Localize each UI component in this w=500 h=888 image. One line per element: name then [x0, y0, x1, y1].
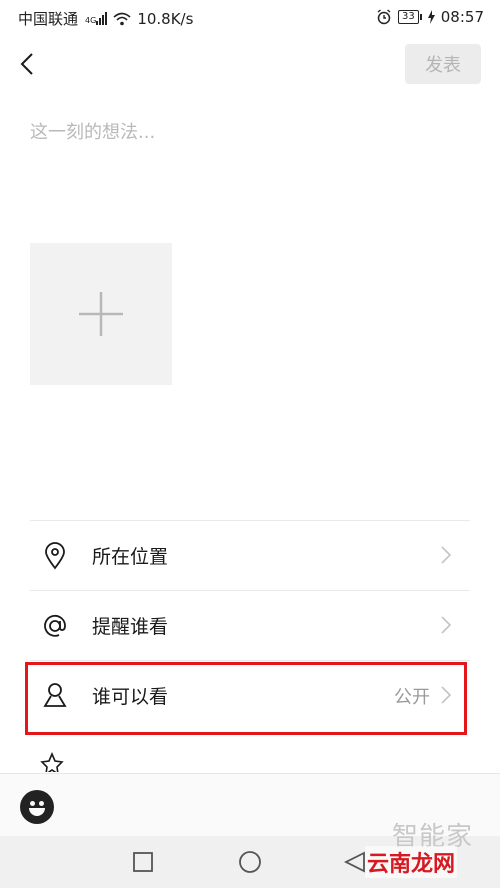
- wifi-icon: [113, 12, 131, 25]
- thoughts-input[interactable]: [30, 112, 470, 152]
- publish-button[interactable]: 发表: [405, 44, 481, 84]
- circle-icon: [239, 851, 261, 873]
- network-badge: 4G: [85, 16, 97, 25]
- battery-level: 33: [398, 10, 419, 24]
- emoji-eye: [30, 801, 35, 806]
- battery-icon: 33: [398, 10, 422, 24]
- option-mention-label: 提醒谁看: [92, 616, 169, 638]
- emoji-mouth: [29, 808, 45, 816]
- chevron-right-icon: [441, 546, 452, 564]
- square-icon: [133, 852, 153, 872]
- emoji-button[interactable]: [20, 790, 54, 824]
- chevron-right-icon: [441, 616, 452, 634]
- add-photo-button[interactable]: [30, 243, 172, 385]
- recent-apps-button[interactable]: [131, 850, 155, 874]
- home-button[interactable]: [238, 850, 262, 874]
- option-mention[interactable]: 提醒谁看: [30, 590, 470, 660]
- at-icon: [40, 611, 70, 641]
- clock-time: 08:57: [440, 8, 484, 26]
- network-speed: 10.8K/s: [137, 9, 194, 28]
- status-left: 中国联通 4G 10.8K/s: [18, 8, 193, 29]
- option-location-label: 所在位置: [92, 546, 169, 568]
- star-icon: [40, 752, 64, 772]
- chevron-left-icon: [20, 53, 33, 75]
- option-location[interactable]: 所在位置: [30, 520, 470, 590]
- watermark-bottom: 云南龙网: [365, 846, 458, 878]
- location-pin-icon: [40, 541, 70, 571]
- charging-icon: [427, 10, 435, 24]
- status-bar: 中国联通 4G 10.8K/s 33 08:57: [0, 0, 500, 36]
- network-indicator: 4G: [84, 12, 108, 25]
- back-button[interactable]: [12, 48, 42, 80]
- signal-icon: [96, 12, 108, 25]
- triangle-left-icon: [344, 851, 365, 873]
- emoji-eye: [39, 801, 44, 806]
- back-nav-button[interactable]: [343, 850, 367, 874]
- plus-icon: [79, 292, 123, 336]
- status-right: 33 08:57: [376, 8, 484, 26]
- alarm-icon: [377, 9, 391, 25]
- carrier-name: 中国联通: [18, 10, 79, 28]
- highlight-box: [25, 662, 467, 735]
